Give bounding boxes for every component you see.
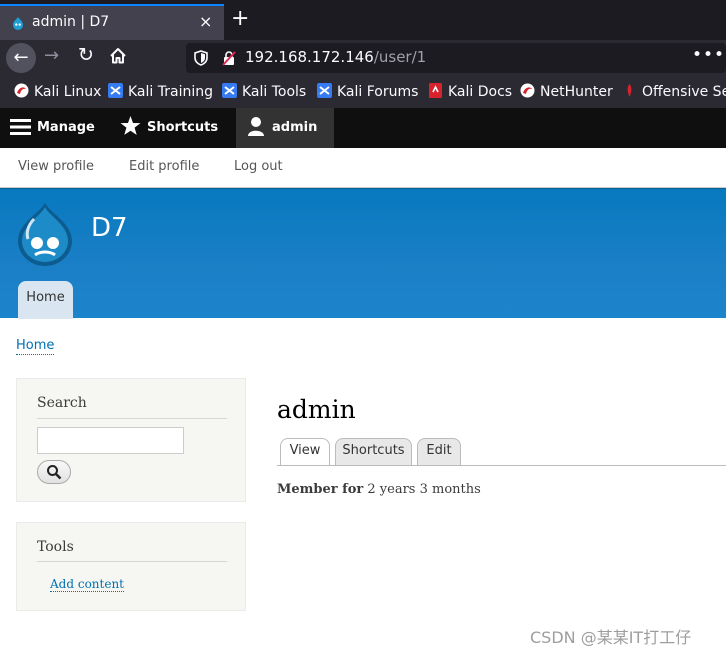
view-profile-link[interactable]: View profile [18,159,94,174]
page-title: admin [277,395,356,424]
kali-dragon-icon [14,83,29,98]
toolbar-manage[interactable]: Manage [10,108,95,148]
browser-tab[interactable]: admin | D7 × [0,4,224,40]
page-actions-menu-icon[interactable]: ••• [692,45,725,65]
member-for-label: Member for [277,482,364,497]
search-block-title: Search [37,395,87,411]
drupal-logo-icon[interactable] [14,201,76,267]
search-block: Search [16,378,246,502]
kali-training-icon [108,83,123,98]
log-out-link[interactable]: Log out [234,159,283,174]
url-bar[interactable]: 192.168.172.146/user/1 ••• [186,43,726,73]
user-tray: View profile Edit profile Log out [0,148,726,188]
add-content-link[interactable]: Add content [50,577,124,592]
bookmark-kali-docs[interactable]: Kali Docs [428,83,512,100]
hamburger-menu-icon [10,119,31,135]
star-icon [120,116,141,135]
tab-title: admin | D7 [32,14,110,30]
kali-docs-icon [429,83,442,98]
shield-icon[interactable] [194,50,208,66]
admin-toolbar: Manage Shortcuts admin [0,108,726,148]
bookmark-kali-tools[interactable]: Kali Tools [222,83,306,100]
bookmark-kali-training[interactable]: Kali Training [108,83,213,100]
member-for-field: Member for 2 years 3 months [277,482,481,497]
tabs-divider [277,465,726,466]
drupal-favicon-icon [13,17,23,30]
close-tab-icon[interactable]: × [199,12,212,31]
tab-view[interactable]: View [280,438,330,466]
nethunter-icon [520,83,535,98]
home-icon[interactable] [108,46,128,66]
offsec-icon [627,84,632,97]
new-tab-button[interactable]: + [231,7,249,31]
kali-tools-icon [222,83,237,98]
bookmark-kali-linux[interactable]: Kali Linux [14,83,101,100]
search-button[interactable] [37,460,71,484]
user-icon [248,117,264,136]
kali-forums-icon [317,83,332,98]
url-text[interactable]: 192.168.172.146/user/1 [245,48,426,66]
back-button[interactable]: ← [6,43,36,73]
site-header: D7 Home [0,188,726,319]
bookmark-nethunter[interactable]: NetHunter [520,83,613,100]
forward-arrow-icon[interactable]: → [44,45,59,66]
reload-icon[interactable]: ↻ [78,44,94,66]
browser-nav-bar: ← → ↻ 192.168.172.146/user/1 ••• [0,40,726,76]
member-for-value: 2 years 3 months [367,482,481,497]
search-icon [47,465,62,480]
tools-block: Tools Add content [16,522,246,611]
toolbar-user[interactable]: admin [236,108,334,148]
watermark: CSDN @某某IT打工仔 [530,628,692,647]
toolbar-shortcuts[interactable]: Shortcuts [120,108,218,148]
site-name[interactable]: D7 [91,213,128,243]
divider [37,418,227,419]
breadcrumb-home-link[interactable]: Home [16,338,55,355]
tab-shortcuts[interactable]: Shortcuts [335,438,412,465]
edit-profile-link[interactable]: Edit profile [129,159,199,174]
tools-block-title: Tools [37,539,74,555]
tab-edit[interactable]: Edit [417,438,461,465]
browser-tab-bar: admin | D7 × + [0,0,726,40]
main-menu-home-tab[interactable]: Home [18,281,73,319]
bookmark-kali-forums[interactable]: Kali Forums [317,83,418,100]
back-arrow-icon: ← [13,47,29,68]
bookmarks-toolbar: Kali Linux Kali Training Kali Tools Kali… [0,76,726,108]
insecure-lock-icon[interactable] [222,50,236,66]
bookmark-offensive-security[interactable]: Offensive Sec [622,83,726,100]
divider [37,561,227,562]
search-input[interactable] [37,427,184,454]
